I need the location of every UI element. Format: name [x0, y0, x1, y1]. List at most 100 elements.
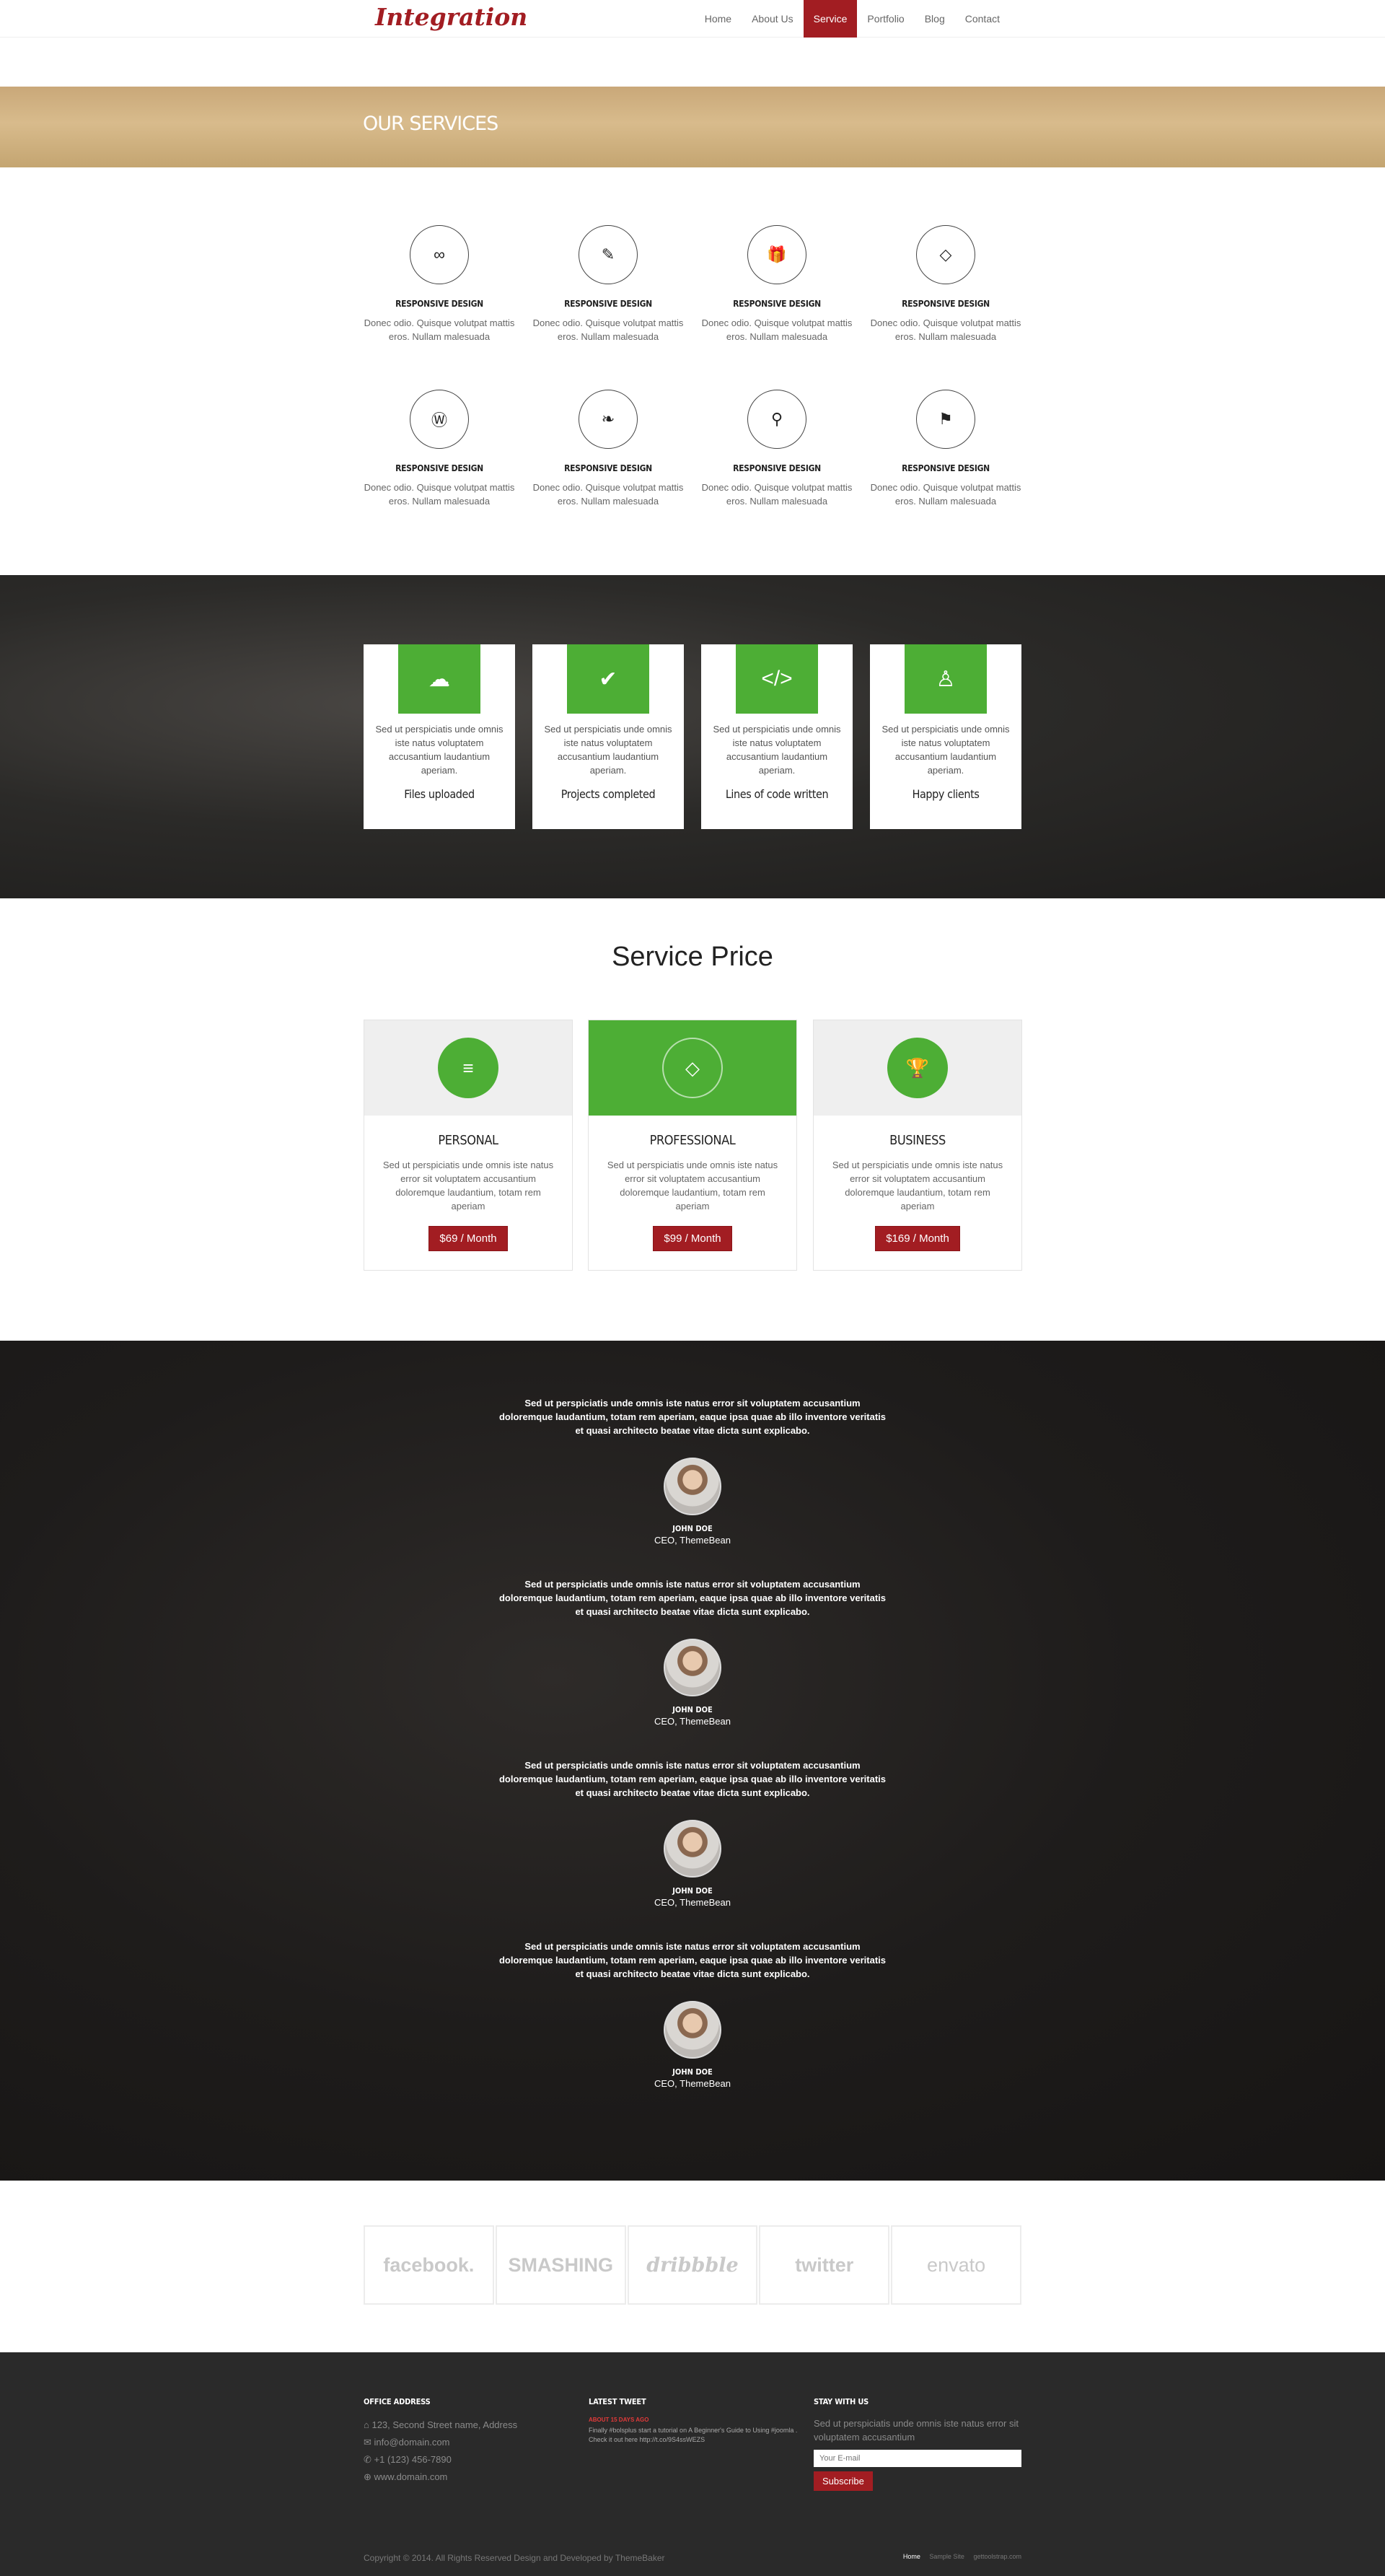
stat-label: Lines of code written [725, 787, 829, 801]
dribbble-logo[interactable]: dribbble [627, 2225, 758, 2305]
pricing-card-header: ◇ [589, 1020, 796, 1116]
envato-logo[interactable]: envato [891, 2225, 1021, 2305]
pricing-card-business: 🏆 BUSINESS Sed ut perspiciatis unde omnis … [813, 1020, 1022, 1271]
nav-about[interactable]: About Us [742, 0, 804, 38]
nav-contact[interactable]: Contact [955, 0, 1010, 38]
bicycle-icon[interactable]: ⚲ [747, 390, 806, 449]
phone-icon: ✆ [364, 2454, 374, 2465]
plan-text: Sed ut perspiciatis unde omnis iste natu… [832, 1160, 1003, 1212]
globe-icon: ⊕ [364, 2471, 374, 2482]
footer-link-home[interactable]: Home [903, 2553, 920, 2560]
subscribe-button[interactable]: Subscribe [814, 2471, 873, 2491]
service-text: Donec odio. Quisque volutpat mattis eros… [701, 317, 853, 342]
service-title: RESPONSIVE DESIGN [733, 463, 821, 473]
footer-links: Home Sample Site gettoolstrap.com [896, 2553, 1021, 2560]
service-text: Donec odio. Quisque volutpat mattis eros… [870, 317, 1021, 342]
service-title: RESPONSIVE DESIGN [395, 299, 483, 309]
service-item: ∞ RESPONSIVE DESIGN Donec odio. Quisque vo… [364, 225, 515, 343]
magic-wand-icon[interactable]: ✎ [579, 225, 638, 284]
address-text: 123, Second Street name, Address [371, 2419, 518, 2430]
plan-price-button[interactable]: $99 / Month [653, 1226, 732, 1251]
tweet-heading: LATEST TWEET [589, 2397, 646, 2406]
twitter-logo[interactable]: twitter [759, 2225, 890, 2305]
home-icon: ⌂ [364, 2419, 372, 2430]
page-title: OUR SERVICES [363, 113, 498, 135]
pricing-card-header: 🏆 [814, 1020, 1021, 1116]
service-title: RESPONSIVE DESIGN [564, 299, 652, 309]
testimonial: Sed ut perspiciatis unde omnis iste natu… [0, 1577, 1385, 1727]
feather-icon[interactable]: ❧ [579, 390, 638, 449]
menu-icon: ≡ [438, 1038, 498, 1098]
avatar [664, 1639, 721, 1696]
service-item: ⚲ RESPONSIVE DESIGN Donec odio. Quisque vo… [701, 390, 853, 508]
newsletter-heading: STAY WITH US [814, 2397, 869, 2406]
service-text: Donec odio. Quisque volutpat mattis eros… [870, 482, 1021, 507]
email-field[interactable] [814, 2450, 1021, 2467]
pricing-card-professional: ◇ PROFESSIONAL Sed ut perspiciatis unde om… [588, 1020, 797, 1271]
testimonial-role: CEO, ThemeBean [654, 2078, 731, 2089]
diamond-icon[interactable]: ◇ [916, 225, 975, 284]
footer-newsletter: STAY WITH US Sed ut perspiciatis unde om… [814, 2397, 1023, 2491]
service-title: RESPONSIVE DESIGN [902, 463, 990, 473]
trophy-icon: 🏆 [887, 1038, 948, 1098]
check-icon: ✔ [567, 644, 649, 714]
partner-logos: facebook. SMASHING dribbble twitter enva… [364, 2225, 1021, 2305]
service-title: RESPONSIVE DESIGN [733, 299, 821, 309]
stats-section: ☁ Sed ut perspiciatis unde omnis iste nat… [0, 575, 1385, 898]
flag-icon[interactable]: ⚑ [916, 390, 975, 449]
testimonial: Sed ut perspiciatis unde omnis iste natu… [0, 1396, 1385, 1546]
stat-label: Projects completed [560, 787, 656, 801]
service-item: ✎ RESPONSIVE DESIGN Donec odio. Quisque vo… [532, 225, 684, 343]
facebook-logo[interactable]: facebook. [364, 2225, 494, 2305]
stat-card: </> Sed ut perspiciatis unde omnis iste n… [701, 644, 853, 829]
service-text: Donec odio. Quisque volutpat mattis eros… [364, 317, 515, 342]
testimonial-quote: Sed ut perspiciatis unde omnis iste natu… [498, 1760, 887, 1798]
email-text[interactable]: info@domain.com [374, 2437, 450, 2448]
address-line: ⌂ 123, Second Street name, Address [364, 2417, 517, 2434]
service-item: ❧ RESPONSIVE DESIGN Donec odio. Quisque vo… [532, 390, 684, 508]
service-text: Donec odio. Quisque volutpat mattis eros… [701, 482, 853, 507]
pricing-card-personal: ≡ PERSONAL Sed ut perspiciatis unde omnis … [364, 1020, 573, 1271]
tweet-time: ABOUT 15 DAYS AGO [589, 2417, 649, 2423]
nav-portfolio[interactable]: Portfolio [857, 0, 914, 38]
testimonial: Sed ut perspiciatis unde omnis iste natu… [0, 1940, 1385, 2089]
site-text[interactable]: www.domain.com [374, 2471, 448, 2482]
main-nav: Home About Us Service Portfolio Blog Con… [695, 0, 1010, 38]
pricing-title: Service Price [612, 942, 773, 972]
nav-home[interactable]: Home [695, 0, 742, 38]
copyright: Copyright © 2014. All Rights Reserved De… [364, 2553, 665, 2563]
testimonial-role: CEO, ThemeBean [654, 1897, 731, 1908]
footer-link-sample[interactable]: Sample Site [929, 2553, 964, 2560]
site-footer: OFFICE ADDRESS ⌂ 123, Second Street name… [0, 2352, 1385, 2576]
nav-blog[interactable]: Blog [915, 0, 955, 38]
stat-card: ♙ Sed ut perspiciatis unde omnis iste nat… [870, 644, 1021, 829]
newsletter-text: Sed ut perspiciatis unde omnis iste natu… [814, 2418, 1019, 2443]
plan-price-button[interactable]: $69 / Month [428, 1226, 508, 1251]
nav-service[interactable]: Service [803, 0, 858, 38]
phone-text: +1 (123) 456-7890 [374, 2454, 452, 2465]
footer-link-gettoolstrap[interactable]: gettoolstrap.com [973, 2553, 1021, 2560]
plan-price-button[interactable]: $169 / Month [875, 1226, 960, 1251]
testimonial-role: CEO, ThemeBean [654, 1535, 731, 1546]
stat-text: Sed ut perspiciatis unde omnis iste natu… [713, 724, 841, 776]
stat-label: Files uploaded [404, 787, 475, 801]
service-title: RESPONSIVE DESIGN [902, 299, 990, 309]
infinity-icon[interactable]: ∞ [410, 225, 469, 284]
plan-name: BUSINESS [889, 1133, 946, 1148]
plan-text: Sed ut perspiciatis unde omnis iste natu… [382, 1160, 554, 1212]
testimonial-quote: Sed ut perspiciatis unde omnis iste natu… [498, 1398, 887, 1436]
service-title: RESPONSIVE DESIGN [395, 463, 483, 473]
service-item: ◇ RESPONSIVE DESIGN Donec odio. Quisque vo… [870, 225, 1021, 343]
service-text: Donec odio. Quisque volutpat mattis eros… [364, 482, 515, 507]
wordpress-icon[interactable]: Ⓦ [410, 390, 469, 449]
site-header: Integration Home About Us Service Portfo… [0, 0, 1385, 38]
plan-name: PROFESSIONAL [649, 1133, 736, 1148]
stat-text: Sed ut perspiciatis unde omnis iste natu… [881, 724, 1010, 776]
site-logo[interactable]: Integration [375, 3, 527, 31]
smashing-logo[interactable]: SMASHING [495, 2225, 626, 2305]
gift-icon[interactable]: 🎁 [747, 225, 806, 284]
email-line: ✉ info@domain.com [364, 2434, 517, 2451]
avatar [664, 2001, 721, 2059]
pricing-card-header: ≡ [364, 1020, 572, 1116]
office-heading: OFFICE ADDRESS [364, 2397, 431, 2406]
